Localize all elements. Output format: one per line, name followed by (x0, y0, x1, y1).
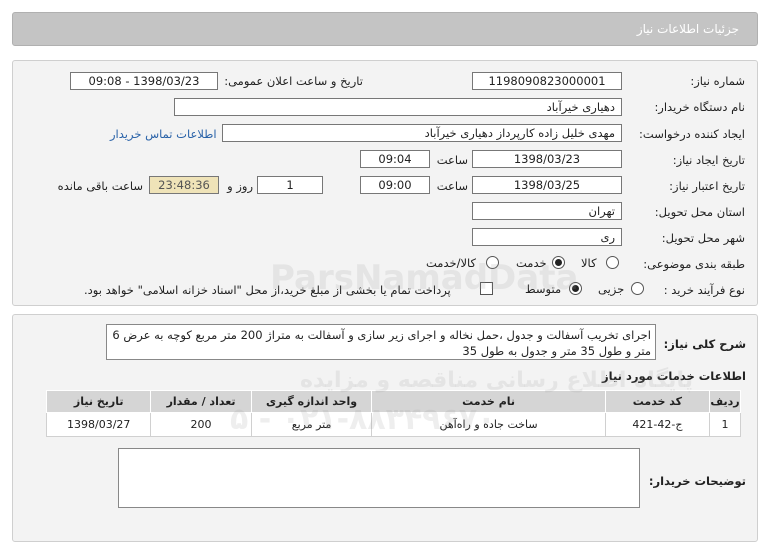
public-announce-label: تاریخ و ساعت اعلان عمومی: (224, 74, 363, 88)
category-service-label: خدمت (516, 256, 547, 270)
requester-field: مهدی خلیل زاده کارپرداز دهیاری خیرآباد (222, 124, 622, 142)
category-radio-goods-service[interactable] (486, 256, 499, 269)
cell-unit: متر مربع (250, 412, 373, 437)
category-label: طبقه بندی موضوعی: (643, 257, 745, 271)
table-row: 1 ج-42-421 ساخت جاده و راه‌آهن متر مربع … (45, 412, 741, 437)
create-time-label: ساعت (436, 153, 468, 167)
col-need-date: تاریخ نیاز (45, 390, 152, 413)
page-header: جزئیات اطلاعات نیاز (12, 12, 758, 46)
create-time-field: 09:04 (360, 150, 430, 168)
col-row: ردیف (709, 390, 741, 413)
cell-quantity: 200 (150, 412, 252, 437)
cell-service-name: ساخت جاده و راه‌آهن (371, 412, 606, 437)
create-date-label: تاریخ ایجاد نیاز: (672, 153, 745, 167)
cell-need-date: 1398/03/27 (45, 412, 152, 437)
day-and-label: روز و (227, 179, 253, 193)
cell-row: 1 (709, 412, 741, 437)
treasury-checkbox[interactable] (480, 282, 493, 295)
category-radio-service[interactable] (552, 256, 565, 269)
valid-date-label: تاریخ اعتبار نیاز: (669, 179, 745, 193)
payment-note: پرداخت تمام یا بخشی از مبلغ خرید،از محل … (84, 283, 451, 297)
purchase-radio-medium[interactable] (569, 282, 582, 295)
services-table: ردیف کد خدمت نام خدمت واحد اندازه گیری ت… (45, 390, 741, 437)
valid-date-field: 1398/03/25 (472, 176, 622, 194)
cell-service-code: ج-42-421 (604, 412, 711, 437)
category-goods-label: کالا (581, 256, 597, 270)
table-header-row: ردیف کد خدمت نام خدمت واحد اندازه گیری ت… (45, 390, 741, 413)
remaining-time-field: 23:48:36 (149, 176, 219, 194)
city-label: شهر محل تحویل: (661, 231, 745, 245)
purchase-type-label: نوع فرآیند خرید : (663, 283, 745, 297)
category-goods-service-label: کالا/خدمت (426, 256, 477, 270)
requester-label: ایجاد کننده درخواست: (639, 127, 745, 141)
province-field: تهران (472, 202, 622, 220)
buyer-org-field: دهیاری خیرآباد (174, 98, 622, 116)
general-desc-label: شرح کلی نیاز: (663, 337, 746, 351)
city-field: ری (472, 228, 622, 246)
col-quantity: تعداد / مقدار (150, 390, 252, 413)
buyer-org-label: نام دستگاه خریدار: (654, 100, 745, 114)
need-number-field: 1198090823000001 (472, 72, 622, 90)
category-radio-goods[interactable] (606, 256, 619, 269)
general-desc-field: اجرای تخریب آسفالت و جدول ،حمل نخاله و ا… (106, 324, 656, 360)
buyer-notes-field (118, 448, 640, 508)
purchase-radio-minor[interactable] (631, 282, 644, 295)
valid-time-field: 09:00 (360, 176, 430, 194)
col-unit: واحد اندازه گیری (250, 390, 373, 413)
purchase-medium-label: متوسط (525, 282, 562, 296)
page-title: جزئیات اطلاعات نیاز (636, 22, 739, 36)
create-date-field: 1398/03/23 (472, 150, 622, 168)
province-label: استان محل تحویل: (654, 205, 745, 219)
days-field: 1 (257, 176, 323, 194)
services-info-title: اطلاعات خدمات مورد نیاز (602, 369, 746, 383)
public-announce-field: 1398/03/23 - 09:08 (70, 72, 218, 90)
buyer-notes-label: توضیحات خریدار: (648, 474, 746, 488)
valid-time-label: ساعت (436, 179, 468, 193)
col-service-code: کد خدمت (604, 390, 711, 413)
buyer-contact-link[interactable]: اطلاعات تماس خریدار (110, 127, 217, 141)
col-service-name: نام خدمت (371, 390, 606, 413)
remaining-label: ساعت باقی مانده (57, 179, 143, 193)
purchase-minor-label: جزیی (598, 282, 625, 296)
need-number-label: شماره نیاز: (690, 74, 745, 88)
